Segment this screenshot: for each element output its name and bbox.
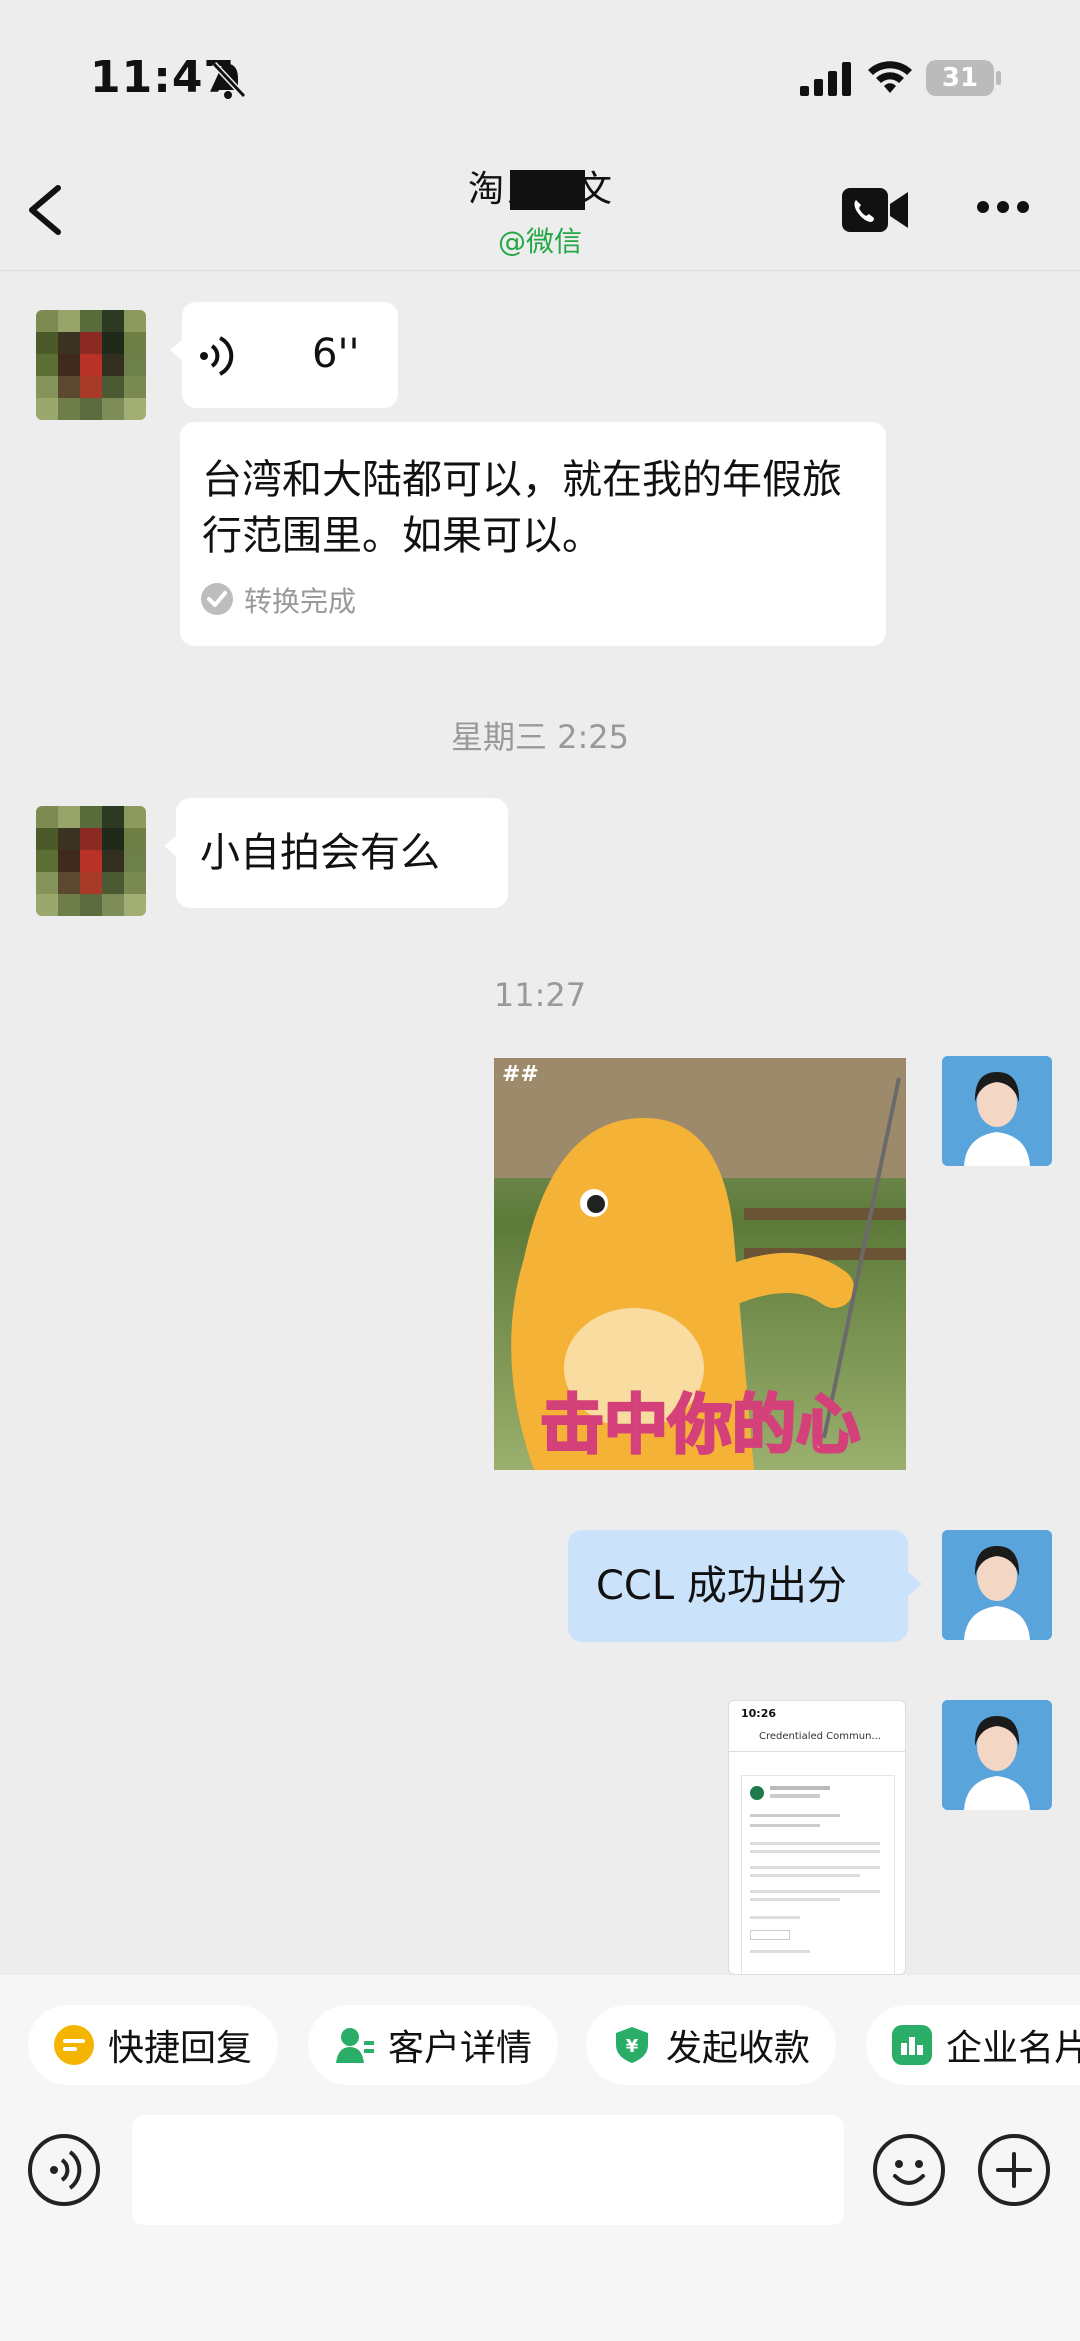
transcript-status: 转换完成 [244, 585, 357, 618]
my-avatar[interactable] [942, 1530, 1052, 1640]
chip-label: 企业名片 [946, 2028, 1080, 2069]
user-icon [334, 2025, 374, 2065]
voice-duration: 6'' [312, 331, 360, 377]
my-avatar[interactable] [942, 1056, 1052, 1166]
thumb-title: Credentialed Commun... [759, 1731, 881, 1742]
screenshot-image[interactable]: 10:26 Credentialed Commun... [728, 1700, 906, 1975]
chip-label: 发起收款 [666, 2028, 811, 2069]
emoji-icon [893, 2160, 925, 2185]
quick-reply-icon [54, 2025, 94, 2065]
battery-nub [996, 71, 1001, 85]
signal-icon [800, 62, 851, 96]
timestamp: 11:27 [493, 976, 587, 1014]
thumb-divider [729, 1751, 905, 1752]
timestamp: 星期三 2:25 [450, 718, 630, 756]
sticker-image[interactable]: ## 击中你的心 [494, 1058, 906, 1470]
received-message-bubble[interactable]: 小自拍会有么 [164, 798, 508, 908]
check-circle-icon [201, 583, 233, 615]
voice-input-button[interactable] [28, 2134, 100, 2206]
voice-message-bubble[interactable]: 6'' [170, 302, 398, 408]
business-card-chip[interactable]: 企业名片 [866, 2005, 1080, 2085]
chat-subtitle: @微信 [497, 225, 582, 258]
my-avatar[interactable] [942, 1700, 1052, 1810]
voice-icon [50, 2150, 82, 2190]
request-payment-chip[interactable]: ¥ 发起收款 [586, 2005, 837, 2085]
plus-icon [996, 2152, 1032, 2188]
message-text: CCL 成功出分 [596, 1563, 847, 1609]
message-input[interactable] [132, 2115, 844, 2225]
sticker-tag: ## [502, 1062, 539, 1087]
quick-reply-chip[interactable]: 快捷回复 [28, 2005, 279, 2085]
sent-message-bubble[interactable]: CCL 成功出分 [568, 1530, 922, 1642]
chip-label: 客户详情 [388, 2028, 533, 2069]
battery-indicator: 31 [926, 60, 994, 96]
emoji-button[interactable] [873, 2134, 945, 2206]
contact-avatar[interactable] [36, 806, 146, 916]
status-bar: 11:47 31 [0, 0, 1080, 150]
mute-bell-icon [211, 61, 246, 99]
svg-text:¥: ¥ [626, 2036, 639, 2057]
business-card-icon [892, 2025, 932, 2065]
sticker-caption: 击中你的心 [539, 1388, 862, 1465]
video-call-icon[interactable] [842, 188, 908, 232]
voice-transcript-text: 台湾和大陆都可以，就在我的年假旅行范围里。如果可以。 [202, 457, 842, 559]
voice-wave-icon [200, 336, 234, 376]
shield-yen-icon: ¥ [612, 2025, 652, 2065]
chip-label: 快捷回复 [108, 2028, 253, 2069]
more-options-icon[interactable] [975, 196, 1031, 218]
customer-details-chip[interactable]: 客户详情 [308, 2005, 559, 2085]
transcript-bubble[interactable]: 台湾和大陆都可以，就在我的年假旅行范围里。如果可以。 转换完成 [180, 422, 886, 646]
thumb-page [741, 1775, 895, 1974]
add-more-button[interactable] [978, 2134, 1050, 2206]
nav-divider [0, 270, 1080, 271]
wifi-icon [868, 61, 912, 93]
back-chevron-icon[interactable] [22, 182, 72, 238]
message-text: 小自拍会有么 [200, 830, 440, 876]
thumb-time: 10:26 [741, 1707, 777, 1720]
redaction-bar [510, 170, 585, 210]
contact-avatar[interactable] [36, 310, 146, 420]
